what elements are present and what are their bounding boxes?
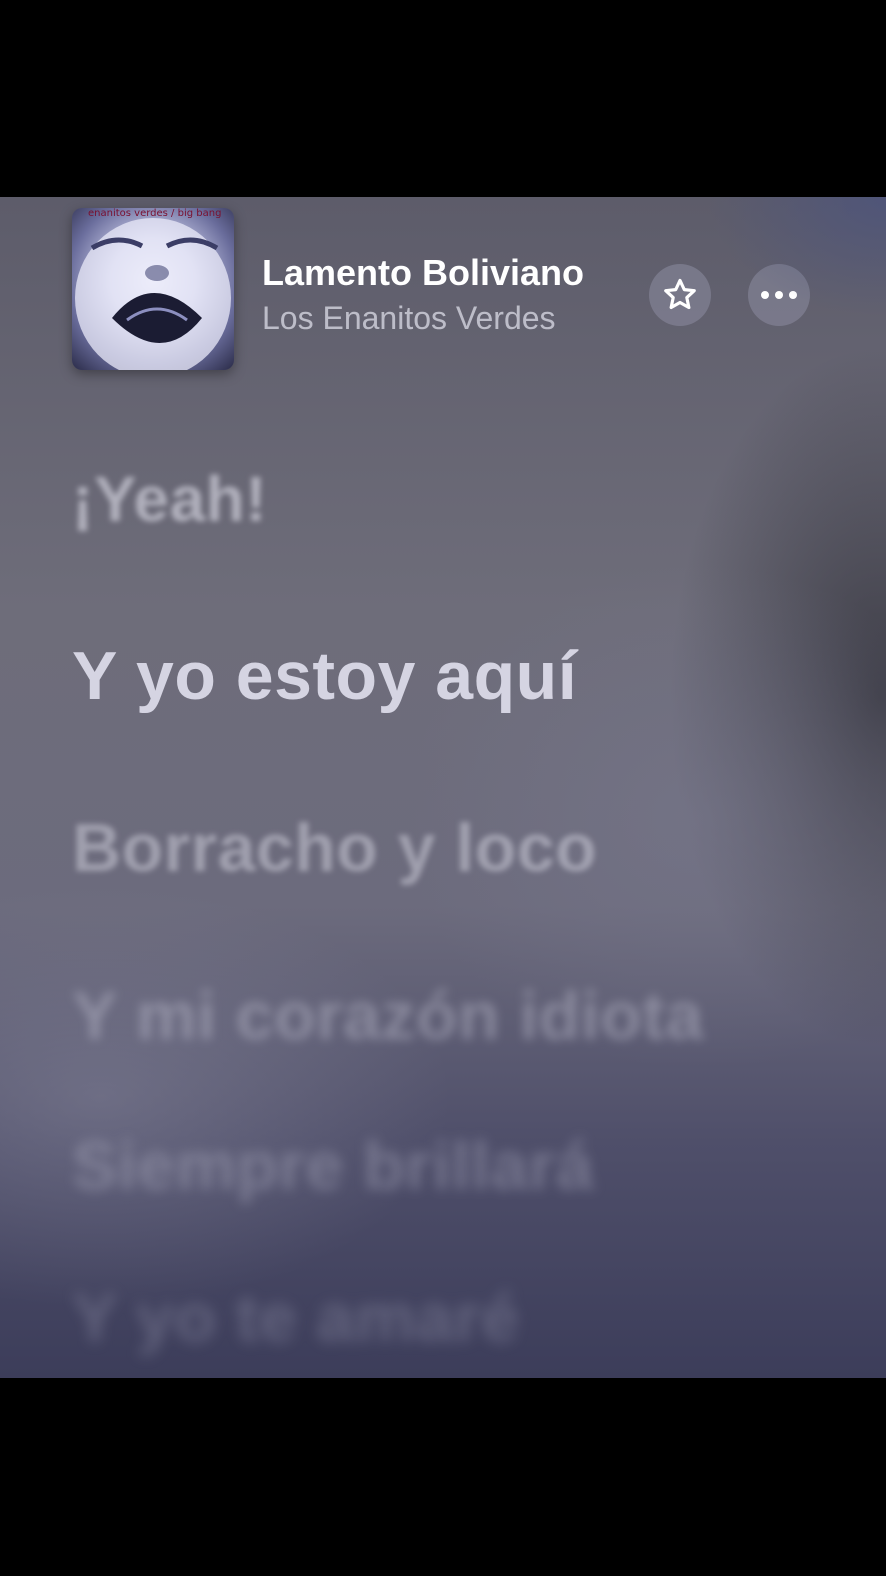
lyric-line-upcoming[interactable]: Y yo te amaré	[72, 1279, 520, 1357]
screen: enanitos verdes / big bang Lamento Boliv…	[0, 0, 886, 1576]
lyric-line-upcoming[interactable]: Siempre brillará	[72, 1127, 594, 1205]
album-art[interactable]: enanitos verdes / big bang	[72, 208, 234, 370]
favorite-button[interactable]	[649, 264, 711, 326]
lyric-line-previous[interactable]: ¡Yeah!	[72, 462, 267, 536]
now-playing-header: enanitos verdes / big bang Lamento Boliv…	[0, 197, 886, 387]
lyric-line-current[interactable]: Y yo estoy aquí	[72, 637, 577, 715]
lyric-line-next[interactable]: Borracho y loco	[72, 809, 597, 887]
more-options-button[interactable]	[748, 264, 810, 326]
album-art-caption: enanitos verdes / big bang	[88, 208, 222, 219]
album-art-image	[75, 218, 231, 370]
track-title[interactable]: Lamento Boliviano	[262, 252, 584, 294]
lyric-line-upcoming[interactable]: Y mi corazón idiota	[72, 977, 704, 1055]
ellipsis-icon	[761, 291, 797, 299]
star-icon	[664, 278, 696, 310]
lyrics-player: enanitos verdes / big bang Lamento Boliv…	[0, 197, 886, 1378]
track-artist[interactable]: Los Enanitos Verdes	[262, 300, 556, 337]
